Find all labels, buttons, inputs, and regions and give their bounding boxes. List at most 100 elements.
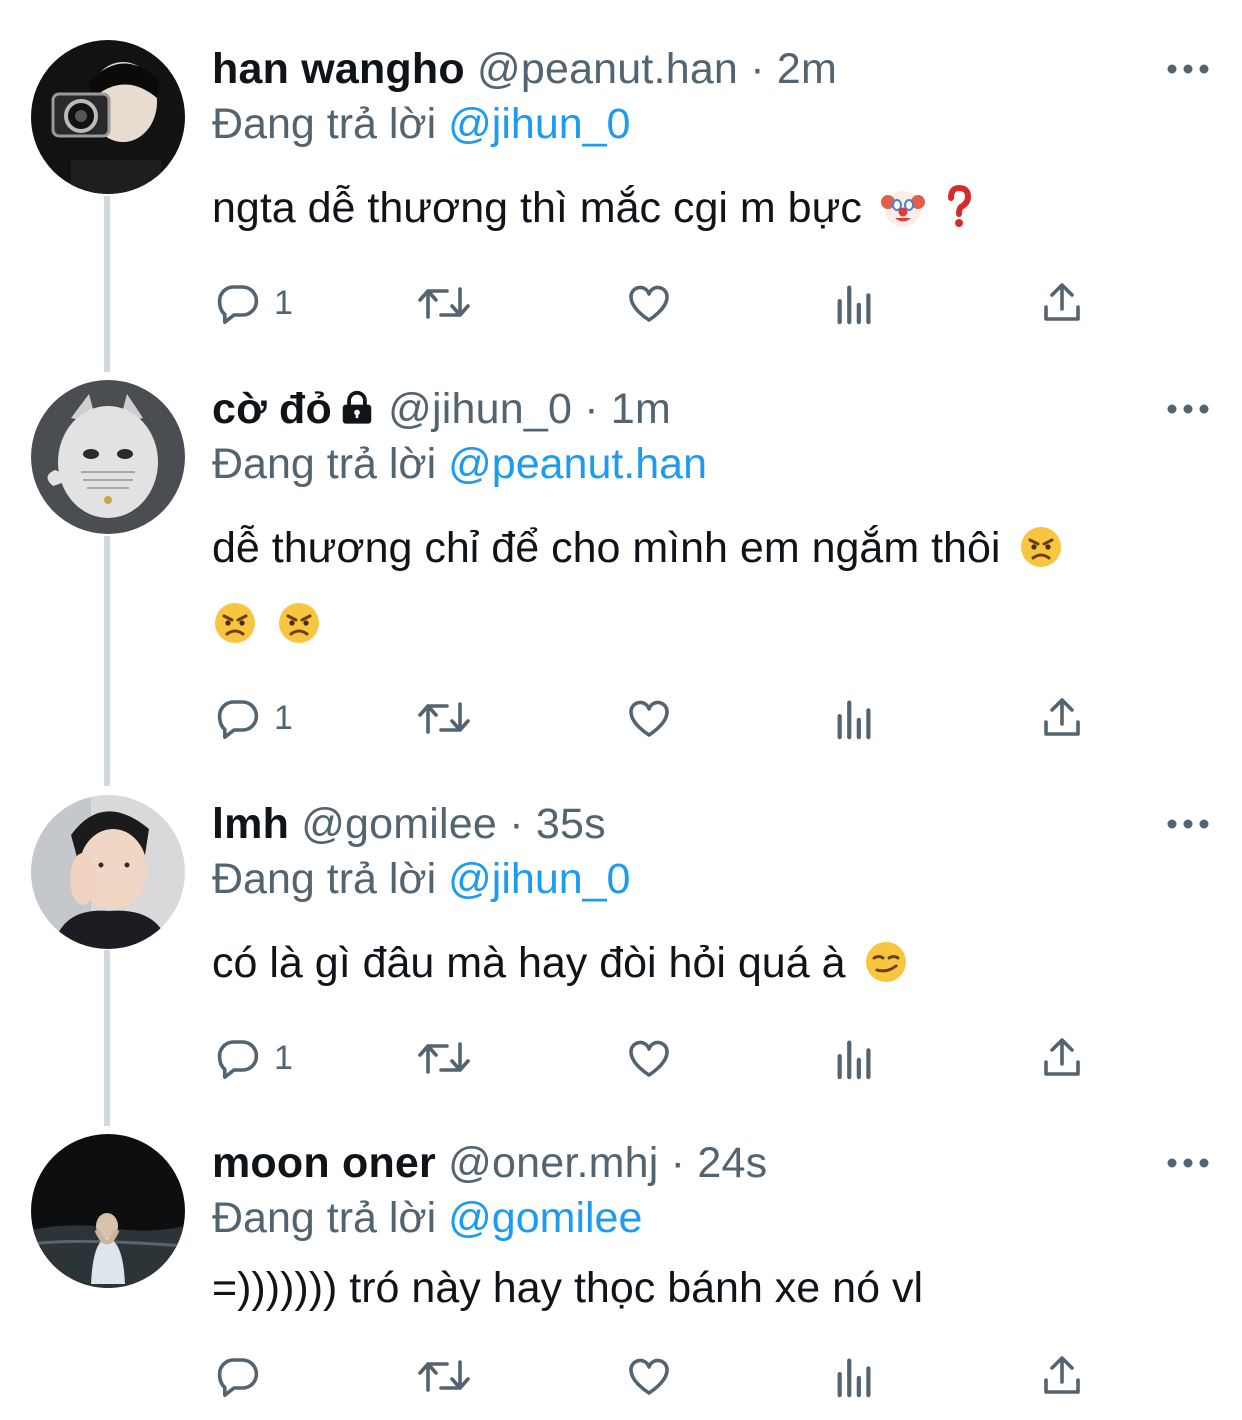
tweet-header: han wangho @peanut.han · 2m <box>212 40 837 98</box>
reply-button[interactable]: 1 <box>214 1028 293 1088</box>
tweet-text: dễ thương chỉ để cho mình em ngắm thôi <box>212 510 1064 594</box>
share-button[interactable] <box>1038 1028 1086 1088</box>
analytics-icon <box>837 700 871 740</box>
display-name[interactable]: lmh <box>212 800 289 848</box>
tweet-text-content: ngta dễ thương thì mắc cgi m bực <box>212 184 862 232</box>
timestamp[interactable]: 1m <box>611 385 671 433</box>
replying-to: Đang trả lời @jihun_0 <box>212 95 630 153</box>
separator-dot: · <box>750 45 765 93</box>
more-options-icon[interactable] <box>1166 1156 1210 1170</box>
more-options-icon[interactable] <box>1166 62 1210 76</box>
tweet[interactable]: han wangho @peanut.han · 2m Đang trả lời… <box>0 40 1242 370</box>
avatar[interactable] <box>31 380 185 534</box>
retweet-button[interactable] <box>416 688 472 748</box>
angry-face-emoji <box>212 594 258 670</box>
avatar[interactable] <box>31 40 185 194</box>
smirking-face-emoji <box>863 933 909 1009</box>
separator-dot: · <box>584 385 599 433</box>
like-button[interactable] <box>624 688 674 748</box>
tweet-text: ngta dễ thương thì mắc cgi m bực <box>212 170 974 254</box>
more-options-icon[interactable] <box>1166 402 1210 416</box>
tweet[interactable]: moon oner @oner.mhj · 24s Đang trả lời @… <box>0 1134 1242 1420</box>
mention-link[interactable]: @jihun_0 <box>448 855 630 903</box>
analytics-icon <box>837 285 871 325</box>
share-icon <box>1044 283 1080 321</box>
retweet-button[interactable] <box>416 1028 472 1088</box>
avatar[interactable] <box>31 1134 185 1288</box>
timestamp[interactable]: 24s <box>697 1139 767 1187</box>
reply-count: 1 <box>274 698 293 737</box>
avatar[interactable] <box>31 795 185 949</box>
tweet-header: moon oner @oner.mhj · 24s <box>212 1134 767 1192</box>
tweet-header: cờ đỏ @jihun_0 · 1m <box>212 380 671 438</box>
red-question-mark-emoji <box>944 178 974 254</box>
reply-icon <box>217 1040 259 1079</box>
heart-icon <box>629 700 669 737</box>
replying-to: Đang trả lời @gomilee <box>212 1189 642 1247</box>
mention-link[interactable]: @jihun_0 <box>448 100 630 148</box>
share-icon <box>1044 1356 1080 1394</box>
views-button[interactable] <box>832 273 878 333</box>
timestamp[interactable]: 35s <box>536 800 606 848</box>
action-bar: 1 <box>212 688 1212 748</box>
reply-count: 1 <box>274 283 293 322</box>
tweet[interactable]: lmh @gomilee · 35s Đang trả lời @jihun_0… <box>0 795 1242 1125</box>
more-options-icon[interactable] <box>1166 817 1210 831</box>
lock-icon <box>338 383 376 441</box>
separator-dot: · <box>670 1139 686 1187</box>
share-button[interactable] <box>1038 273 1086 333</box>
display-name[interactable]: cờ đỏ <box>212 385 332 433</box>
tweet-text-line2 <box>212 586 322 670</box>
tweet-text-content: có là gì đâu mà hay đòi hỏi quá à <box>212 939 846 987</box>
like-button[interactable] <box>624 1346 674 1406</box>
retweet-button[interactable] <box>416 1346 472 1406</box>
retweet-icon <box>418 702 470 734</box>
reply-button[interactable]: 1 <box>214 273 293 333</box>
replying-to-label: Đang trả lời <box>212 100 437 148</box>
retweet-button[interactable] <box>416 273 472 333</box>
timestamp[interactable]: 2m <box>777 45 837 93</box>
user-handle[interactable]: @peanut.han <box>477 45 738 93</box>
tweet-text-content: =))))))) tró này hay thọc bánh xe nó vl <box>212 1264 923 1312</box>
share-button[interactable] <box>1038 1346 1086 1406</box>
like-button[interactable] <box>624 273 674 333</box>
heart-icon <box>629 285 669 322</box>
mention-link[interactable]: @gomilee <box>448 1194 642 1242</box>
replying-to-label: Đang trả lời <box>212 1194 437 1242</box>
tweet-text: =))))))) tró này hay thọc bánh xe nó vl <box>212 1250 923 1326</box>
replying-to-label: Đang trả lời <box>212 440 437 488</box>
like-button[interactable] <box>624 1028 674 1088</box>
analytics-icon <box>837 1040 871 1080</box>
display-name[interactable]: han wangho <box>212 45 465 93</box>
reply-button[interactable]: 1 <box>214 688 293 748</box>
replying-to: Đang trả lời @jihun_0 <box>212 850 630 908</box>
reply-icon <box>217 1358 259 1397</box>
mention-link[interactable]: @peanut.han <box>448 440 707 488</box>
share-icon <box>1044 698 1080 736</box>
share-button[interactable] <box>1038 688 1086 748</box>
share-icon <box>1044 1038 1080 1076</box>
reply-icon <box>217 700 259 739</box>
tweet-header: lmh @gomilee · 35s <box>212 795 606 853</box>
replying-to-label: Đang trả lời <box>212 855 437 903</box>
tweet[interactable]: cờ đỏ @jihun_0 · 1m Đang trả lời @peanut… <box>0 380 1242 780</box>
views-button[interactable] <box>832 688 878 748</box>
reply-count: 1 <box>274 1038 293 1077</box>
user-handle[interactable]: @jihun_0 <box>388 385 572 433</box>
analytics-icon <box>837 1358 871 1398</box>
user-handle[interactable]: @gomilee <box>301 800 497 848</box>
clown-face-emoji <box>880 178 926 254</box>
views-button[interactable] <box>832 1346 878 1406</box>
replying-to: Đang trả lời @peanut.han <box>212 435 707 493</box>
action-bar: 1 <box>212 273 1212 333</box>
angry-face-emoji <box>276 594 322 670</box>
heart-icon <box>629 1040 669 1077</box>
reply-button[interactable] <box>214 1346 274 1406</box>
action-bar <box>212 1346 1212 1406</box>
reply-icon <box>217 285 259 324</box>
user-handle[interactable]: @oner.mhj <box>448 1139 658 1187</box>
views-button[interactable] <box>832 1028 878 1088</box>
action-bar: 1 <box>212 1028 1212 1088</box>
display-name[interactable]: moon oner <box>212 1139 436 1187</box>
separator-dot: · <box>509 800 524 848</box>
